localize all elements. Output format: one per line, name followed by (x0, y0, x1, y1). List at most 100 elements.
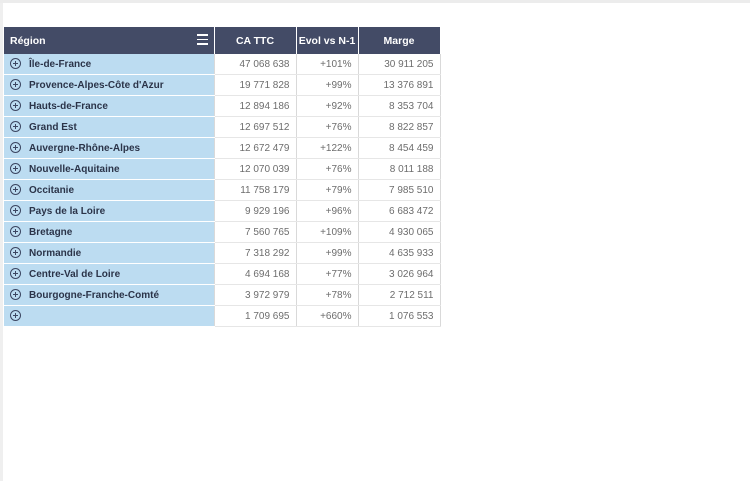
evol-cell: +101% (296, 54, 359, 75)
marge-cell: 1 076 553 (358, 305, 441, 327)
evol-cell: +99% (296, 74, 359, 96)
evol-cell: +96% (296, 200, 359, 222)
table-row: Centre-Val de Loire 4 694 168 +77% 3 026… (4, 263, 441, 285)
ca-ttc-cell: 12 894 186 (214, 95, 297, 117)
ca-ttc-cell: 3 972 979 (214, 284, 297, 306)
marge-cell: 6 683 472 (358, 200, 441, 222)
marge-cell: 8 454 459 (358, 137, 441, 159)
region-label: Auvergne-Rhône-Alpes (29, 143, 141, 154)
hamburger-menu-icon[interactable] (196, 34, 208, 46)
pivot-table: Région CA TTC Evol vs N-1 Marge Île-de-F… (4, 27, 441, 327)
marge-cell: 8 353 704 (358, 95, 441, 117)
region-label: Île-de-France (29, 59, 92, 70)
ca-ttc-cell: 9 929 196 (214, 200, 297, 222)
plus-circle-icon[interactable] (10, 310, 21, 321)
region-label: Provence-Alpes-Côte d'Azur (29, 80, 164, 91)
region-label: Bourgogne-Franche-Comté (29, 290, 159, 301)
plus-circle-icon[interactable] (10, 100, 21, 111)
ca-ttc-cell: 1 709 695 (214, 305, 297, 327)
row-region-cell: Occitanie (4, 179, 215, 201)
table-row: Bourgogne-Franche-Comté 3 972 979 +78% 2… (4, 284, 441, 306)
column-header-region[interactable]: Région (4, 27, 215, 54)
row-region-cell: Provence-Alpes-Côte d'Azur (4, 74, 215, 96)
table-row: Auvergne-Rhône-Alpes 12 672 479 +122% 8 … (4, 137, 441, 159)
region-label: Normandie (29, 248, 82, 259)
region-label: Nouvelle-Aquitaine (29, 164, 120, 175)
ca-ttc-cell: 7 560 765 (214, 221, 297, 243)
evol-cell: +660% (296, 305, 359, 327)
row-region-cell: Auvergne-Rhône-Alpes (4, 137, 215, 159)
ca-ttc-cell: 12 697 512 (214, 116, 297, 138)
marge-cell: 13 376 891 (358, 74, 441, 96)
table-row: Pays de la Loire 9 929 196 +96% 6 683 47… (4, 200, 441, 222)
ca-ttc-cell: 12 672 479 (214, 137, 297, 159)
table-row: Normandie 7 318 292 +99% 4 635 933 (4, 242, 441, 264)
table-body: Île-de-France 47 068 638 +101% 30 911 20… (4, 54, 441, 327)
row-region-cell: Île-de-France (4, 54, 215, 75)
plus-circle-icon[interactable] (10, 184, 21, 195)
ca-ttc-cell: 19 771 828 (214, 74, 297, 96)
row-region-cell: Hauts-de-France (4, 95, 215, 117)
region-label: Pays de la Loire (29, 206, 106, 217)
evol-cell: +76% (296, 116, 359, 138)
table-row: Bretagne 7 560 765 +109% 4 930 065 (4, 221, 441, 243)
evol-cell: +76% (296, 158, 359, 180)
evol-cell: +109% (296, 221, 359, 243)
table-row: 1 709 695 +660% 1 076 553 (4, 305, 441, 327)
marge-cell: 3 026 964 (358, 263, 441, 285)
region-label: Hauts-de-France (29, 101, 108, 112)
marge-cell: 8 011 188 (358, 158, 441, 180)
marge-cell: 4 635 933 (358, 242, 441, 264)
column-header-region-label: Région (10, 34, 46, 47)
window-left-edge (0, 3, 3, 481)
table-row: Occitanie 11 758 179 +79% 7 985 510 (4, 179, 441, 201)
row-region-cell: Nouvelle-Aquitaine (4, 158, 215, 180)
row-region-cell: Pays de la Loire (4, 200, 215, 222)
evol-cell: +92% (296, 95, 359, 117)
evol-cell: +78% (296, 284, 359, 306)
marge-cell: 2 712 511 (358, 284, 441, 306)
plus-circle-icon[interactable] (10, 142, 21, 153)
table-row: Provence-Alpes-Côte d'Azur 19 771 828 +9… (4, 74, 441, 96)
marge-cell: 8 822 857 (358, 116, 441, 138)
ca-ttc-cell: 11 758 179 (214, 179, 297, 201)
plus-circle-icon[interactable] (10, 247, 21, 258)
ca-ttc-cell: 4 694 168 (214, 263, 297, 285)
row-region-cell: Bourgogne-Franche-Comté (4, 284, 215, 306)
plus-circle-icon[interactable] (10, 289, 21, 300)
region-label: Grand Est (29, 122, 77, 133)
ca-ttc-cell: 7 318 292 (214, 242, 297, 264)
marge-cell: 7 985 510 (358, 179, 441, 201)
window-top-edge (0, 0, 750, 3)
evol-cell: +79% (296, 179, 359, 201)
plus-circle-icon[interactable] (10, 268, 21, 279)
region-label: Occitanie (29, 185, 75, 196)
row-region-cell: Normandie (4, 242, 215, 264)
plus-circle-icon[interactable] (10, 226, 21, 237)
table-row: Hauts-de-France 12 894 186 +92% 8 353 70… (4, 95, 441, 117)
plus-circle-icon[interactable] (10, 79, 21, 90)
row-region-cell: Bretagne (4, 221, 215, 243)
region-label: Centre-Val de Loire (29, 269, 121, 280)
evol-cell: +77% (296, 263, 359, 285)
column-header-evol[interactable]: Evol vs N-1 (296, 27, 359, 54)
table-row: Nouvelle-Aquitaine 12 070 039 +76% 8 011… (4, 158, 441, 180)
marge-cell: 4 930 065 (358, 221, 441, 243)
table-row: Île-de-France 47 068 638 +101% 30 911 20… (4, 54, 441, 75)
ca-ttc-cell: 12 070 039 (214, 158, 297, 180)
table-row: Grand Est 12 697 512 +76% 8 822 857 (4, 116, 441, 138)
column-header-marge[interactable]: Marge (358, 27, 441, 54)
row-region-cell (4, 305, 215, 327)
row-region-cell: Grand Est (4, 116, 215, 138)
plus-circle-icon[interactable] (10, 58, 21, 69)
evol-cell: +122% (296, 137, 359, 159)
marge-cell: 30 911 205 (358, 54, 441, 75)
plus-circle-icon[interactable] (10, 121, 21, 132)
plus-circle-icon[interactable] (10, 205, 21, 216)
column-header-ca-ttc[interactable]: CA TTC (214, 27, 297, 54)
plus-circle-icon[interactable] (10, 163, 21, 174)
table-header-row: Région CA TTC Evol vs N-1 Marge (4, 27, 441, 54)
row-region-cell: Centre-Val de Loire (4, 263, 215, 285)
region-label: Bretagne (29, 227, 73, 238)
evol-cell: +99% (296, 242, 359, 264)
